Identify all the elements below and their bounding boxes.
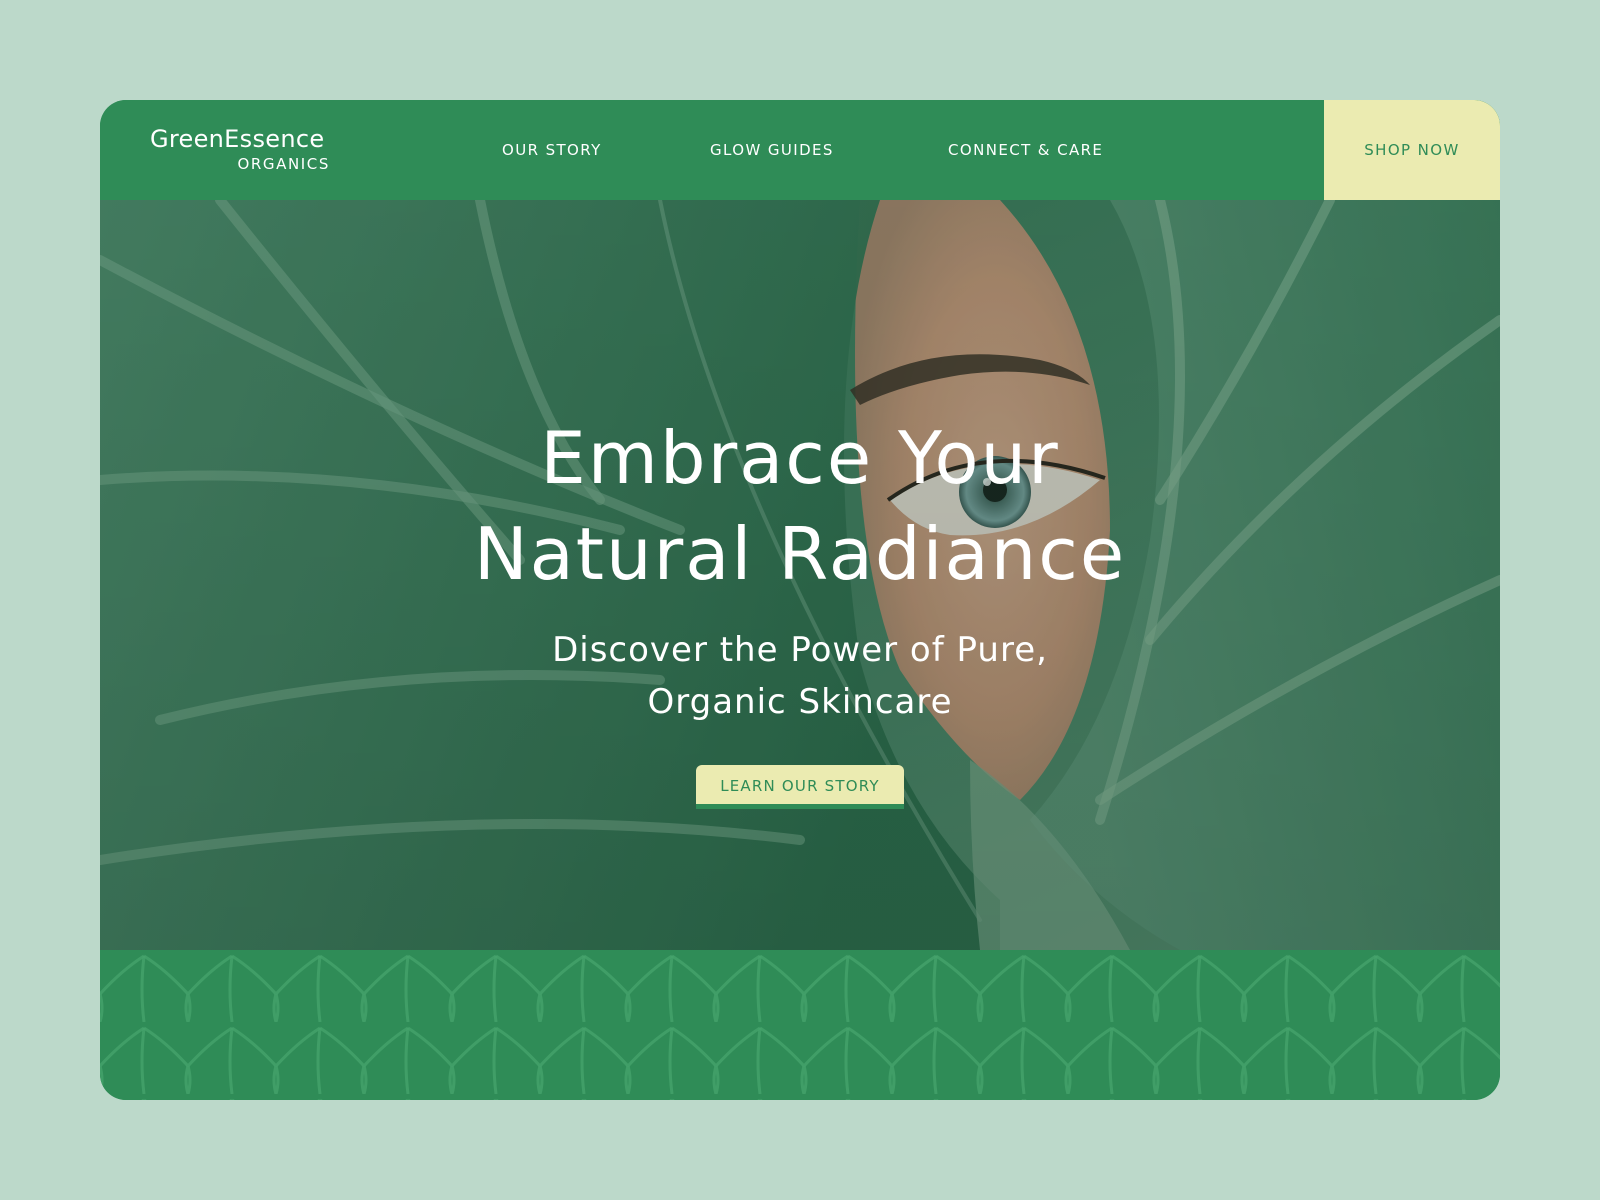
pattern-band	[100, 950, 1500, 1100]
hero-section: Embrace Your Natural Radiance Discover t…	[100, 200, 1500, 950]
hero-content: Embrace Your Natural Radiance Discover t…	[100, 200, 1500, 950]
leaf-chevron-pattern-icon	[100, 950, 1500, 1100]
hero-title: Embrace Your Natural Radiance	[300, 410, 1300, 602]
nav-link-connect-care[interactable]: CONNECT & CARE	[948, 140, 1103, 160]
main-nav: OUR STORY GLOW GUIDES CONNECT & CARE	[100, 100, 1500, 200]
hero-subtitle: Discover the Power of Pure, Organic Skin…	[400, 624, 1200, 728]
learn-our-story-button[interactable]: LEARN OUR STORY	[696, 765, 904, 809]
site-header: GreenEssence ORGANICS OUR STORY GLOW GUI…	[100, 100, 1500, 200]
hero-title-line-1: Embrace Your	[540, 416, 1060, 500]
hero-subtitle-line-2: Organic Skincare	[647, 682, 953, 722]
nav-link-glow-guides[interactable]: GLOW GUIDES	[710, 140, 834, 160]
hero-subtitle-line-1: Discover the Power of Pure,	[552, 630, 1048, 670]
shop-now-button[interactable]: SHOP NOW	[1324, 100, 1500, 200]
hero-title-line-2: Natural Radiance	[473, 512, 1127, 596]
site-card: GreenEssence ORGANICS OUR STORY GLOW GUI…	[100, 100, 1500, 1100]
nav-link-our-story[interactable]: OUR STORY	[502, 140, 602, 160]
